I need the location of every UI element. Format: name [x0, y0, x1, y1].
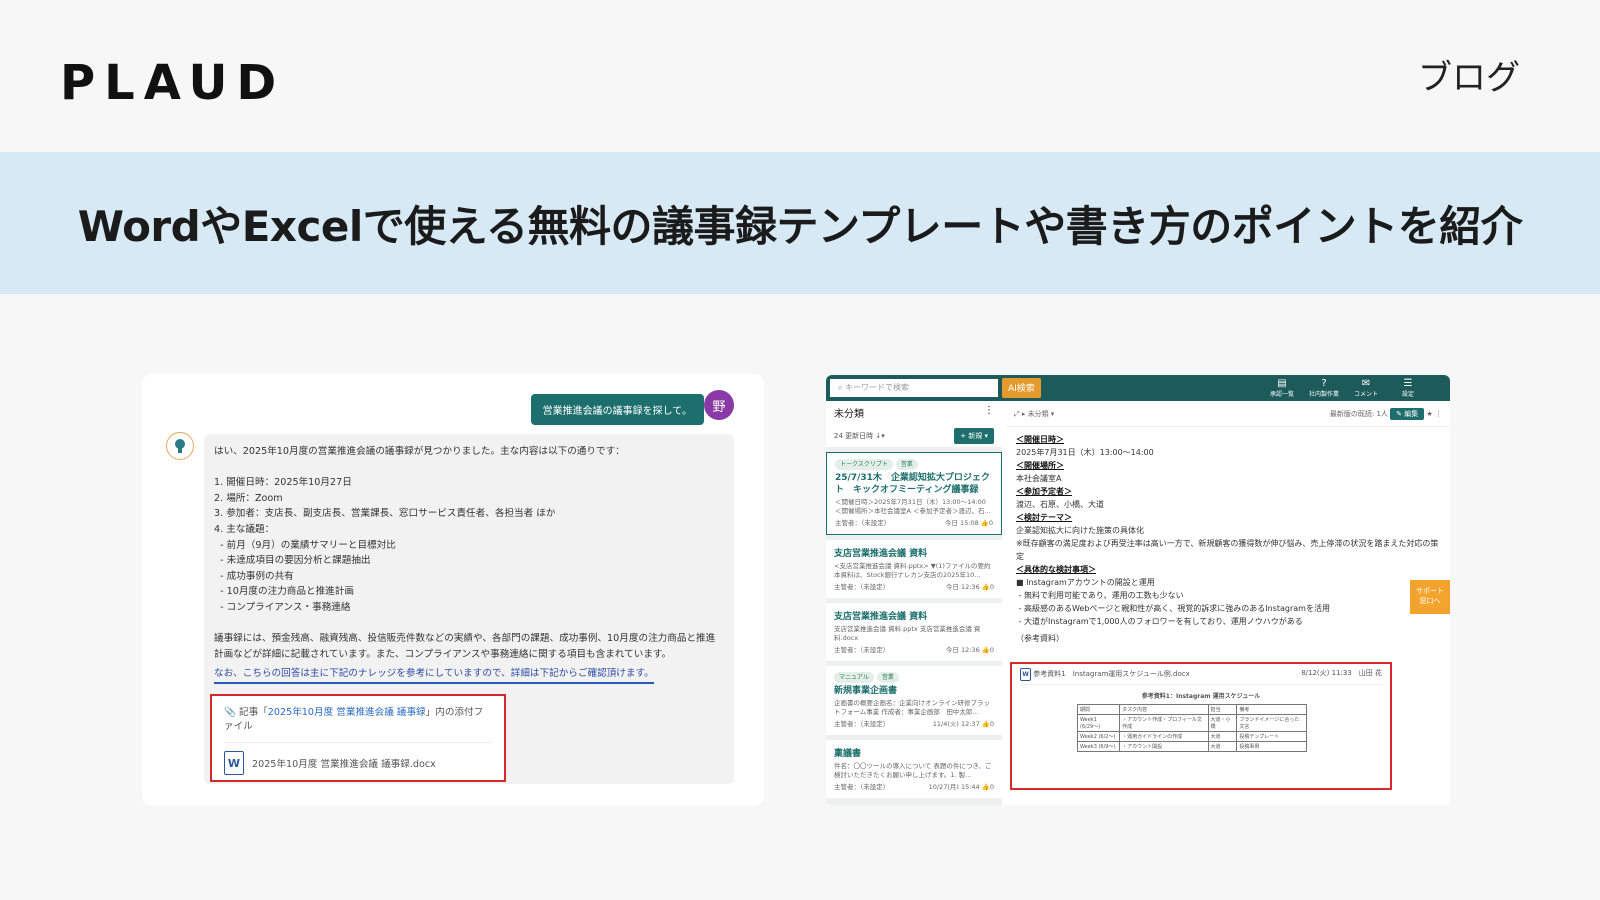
- list-toolbar: 24 更新日時 ↓▾ + 新規 ▾: [826, 425, 1002, 447]
- ai-search-button[interactable]: AI検索: [1002, 378, 1041, 398]
- section-text: 企業認知拡大に向けた施策の具体化 ※既存顧客の満足度および再受注率は高い一方で、…: [1016, 526, 1439, 561]
- card-title: 支店営業推進会議 資料: [834, 549, 928, 559]
- article-list: 未分類 ⋮ 24 更新日時 ↓▾ + 新規 ▾ トークスクリプト 営業 25/7/31…: [826, 401, 1002, 805]
- attachment-source: 📎 記事「2025年10月度 営業推進会議 議事録」内の添付ファイル: [224, 704, 492, 732]
- list-item[interactable]: 支店営業推進会議 資料 支店営業推進会議 資料.pptx 支店営業推進会議 資料…: [826, 603, 1002, 661]
- reference-file-date: 8/12(火) 11:33 山田 花: [1301, 669, 1382, 677]
- card-date: 10/27(月) 15:44 👍0: [928, 783, 994, 791]
- card-desc: 企画書の概要企画名：企業向けオンライン研修プラットフォーム事業 作成者：事業企画…: [834, 699, 990, 716]
- reference-file-name[interactable]: 参考資料1 Instagram運用スケジュール例.docx: [1033, 670, 1190, 678]
- sort-control[interactable]: 24 更新日時 ↓▾: [834, 431, 885, 441]
- reference-note-link[interactable]: なお、こちらの回答は主に下記のナレッジを参考にしていますので、詳細は下記からご確…: [214, 666, 654, 684]
- reference-label: （参考資料）: [1016, 634, 1064, 643]
- knowledge-app-screenshot: ⌕ キーワードで検索 AI検索 ▤ 承認一覧 ? 社内製作業 ✉ コメント ☰ 設定 未…: [826, 375, 1450, 805]
- user-message-bubble: 営業推進会議の議事録を探して。: [530, 394, 704, 425]
- card-title: 25/7/31木 企業認知拡大プロジェクト キックオフミーティング議事録: [835, 473, 990, 495]
- article-body: ＜開催日時＞ 2025年7月31日（木）13:00〜14:00 ＜開催場所＞ 本社会議…: [1006, 427, 1450, 651]
- article-link[interactable]: 2025年10月度 営業推進会議 議事録: [268, 707, 426, 718]
- section-text: 本社会議室A: [1016, 474, 1062, 483]
- list-header: 未分類 ⋮: [826, 401, 1002, 425]
- tag: マニュアル: [834, 672, 874, 683]
- card-date: 今日 12:36 👍0: [945, 583, 994, 591]
- card-title: 稟議書: [834, 749, 862, 759]
- card-title: 新規事業企画書: [834, 686, 898, 696]
- preview-title: 参考資料1：Instagram 運用スケジュール: [1141, 693, 1261, 700]
- user-avatar: 野: [704, 390, 734, 420]
- file-name[interactable]: 2025年10月度 営業推進会議 議事録.docx: [252, 756, 436, 770]
- card-date: 今日 15:08 👍0: [944, 519, 993, 527]
- card-owner: 主管者：（未設定）: [834, 646, 890, 654]
- nav-blog-link[interactable]: ブログ: [1418, 50, 1520, 99]
- paperclip-icon: 📎: [224, 707, 236, 718]
- comment-icon[interactable]: ✉ コメント: [1348, 378, 1384, 398]
- page-title: WordやExcelで使える無料の議事録テンプレートや書き方のポイントを紹介: [77, 201, 1523, 251]
- new-article-button[interactable]: + 新規 ▾: [954, 428, 994, 444]
- card-owner: 主管者：（未設定）: [834, 783, 890, 791]
- card-owner: 主管者：（未設定）: [834, 720, 890, 728]
- reader-count[interactable]: 最新版の既読: 1人: [1330, 410, 1388, 418]
- search-placeholder: キーワードで検索: [845, 383, 910, 392]
- list-item[interactable]: 稟議書 件名：〇〇ツールの導入について 表題の件につき、ご検討いただきたくお願い…: [826, 740, 1002, 798]
- word-file-icon: W: [1020, 668, 1031, 681]
- plaud-logo[interactable]: PLAUD: [60, 55, 285, 111]
- preview-table: 期間 タスク内容 担当 備考 Week1 (6/29〜) ・アカウント作成・プロフィール…: [1076, 704, 1307, 752]
- attachment-card[interactable]: 📎 記事「2025年10月度 営業推進会議 議事録」内の添付ファイル W 202…: [210, 694, 506, 782]
- reference-file-preview[interactable]: W 参考資料1 Instagram運用スケジュール例.docx 8/12(火) 1…: [1010, 662, 1392, 790]
- card-title: 支店営業推進会議 資料: [834, 612, 928, 622]
- reference-file-header: W 参考資料1 Instagram運用スケジュール例.docx 8/12(火) 1…: [1020, 668, 1382, 685]
- card-desc: ＜開催日時＞2025年7月31日（木）13:00〜14:00 ＜開催場所＞本社会…: [835, 498, 992, 515]
- answer-text: はい、2025年10月度の営業推進会議の議事録が見つかりました。主な内容は以下の…: [214, 446, 716, 660]
- detail-toolbar: ⤢ ▸ 未分類 ▾ 最新版の既読: 1人 ✎ 編集 ★ ⋮: [1006, 401, 1450, 427]
- list-item[interactable]: 支店営業推進会議 資料 <支店営業推進会議 資料.pptx> ▼(1)ファイルの…: [826, 540, 1002, 598]
- card-owner: 主管者：（未設定）: [835, 519, 891, 527]
- list-item[interactable]: トークスクリプト 営業 25/7/31木 企業認知拡大プロジェクト キックオフミー…: [826, 452, 1002, 535]
- section-heading: ＜検討テーマ＞: [1016, 513, 1072, 522]
- search-input[interactable]: ⌕ キーワードで検索: [830, 379, 998, 397]
- support-button[interactable]: サポート 窓口へ: [1410, 580, 1450, 614]
- star-icon[interactable]: ★: [1426, 410, 1432, 418]
- chat-screenshot: 営業推進会議の議事録を探して。 野 はい、2025年10月度の営業推進会議の議事…: [142, 374, 764, 806]
- card-owner: 主管者：（未設定）: [834, 583, 890, 591]
- approval-list-icon[interactable]: ▤ 承認一覧: [1264, 378, 1300, 398]
- section-heading: ＜開催場所＞: [1016, 461, 1064, 470]
- section-text: 2025年7月31日（木）13:00〜14:00: [1016, 448, 1154, 457]
- edit-button[interactable]: ✎ 編集: [1390, 407, 1425, 420]
- title-banner: WordやExcelで使える無料の議事録テンプレートや書き方のポイントを紹介: [0, 152, 1600, 294]
- bot-avatar-icon: [166, 432, 194, 460]
- search-icon: ⌕: [838, 383, 846, 392]
- folder-selector[interactable]: ▸ 未分類 ▾: [1022, 410, 1054, 418]
- card-desc: 件名：〇〇ツールの導入について 表題の件につき、ご検討いただきたくお願い申し上げ…: [834, 762, 992, 779]
- document-preview: 参考資料1：Instagram 運用スケジュール 期間 タスク内容 担当 備考 Wee…: [1051, 691, 1351, 752]
- list-item[interactable]: マニュアル 営業 新規事業企画書 企画書の概要企画名：企業向けオンライン研修プラッ…: [826, 666, 1002, 735]
- more-icon[interactable]: ⋮: [1435, 410, 1442, 418]
- section-heading: ＜具体的な検討事項＞: [1016, 565, 1096, 574]
- expand-icon[interactable]: ⤢: [1014, 410, 1022, 418]
- tag: トークスクリプト: [835, 459, 893, 470]
- file-row[interactable]: W 2025年10月度 営業推進会議 議事録.docx: [224, 742, 492, 775]
- tag: 営業: [876, 672, 899, 683]
- section-heading: ＜開催日時＞: [1016, 435, 1064, 444]
- card-desc: <支店営業推進会議 資料.pptx> ▼(1)ファイルの要約 本資料は、Stoc…: [834, 562, 991, 579]
- card-date: 今日 12:36 👍0: [945, 646, 994, 654]
- section-heading: ＜参加予定者＞: [1016, 487, 1072, 496]
- section-text: ■ Instagramアカウントの開設と運用 - 無料で利用可能であり、運用の工…: [1016, 578, 1330, 626]
- list-title: 未分類: [834, 409, 864, 420]
- word-file-icon: W: [224, 751, 244, 775]
- settings-menu-icon[interactable]: ☰ 設定: [1390, 378, 1426, 398]
- attach-prefix: 記事「: [239, 707, 268, 718]
- section-text: 渡辺、石原、小橋、大道: [1016, 500, 1104, 509]
- card-desc: 支店営業推進会議 資料.pptx 支店営業推進会議 資料.docx: [834, 625, 981, 642]
- card-date: 11/4(火) 12:37 👍0: [932, 720, 994, 728]
- tag: 営業: [895, 459, 918, 470]
- more-icon[interactable]: ⋮: [984, 405, 994, 421]
- help-icon[interactable]: ? 社内製作業: [1306, 378, 1342, 398]
